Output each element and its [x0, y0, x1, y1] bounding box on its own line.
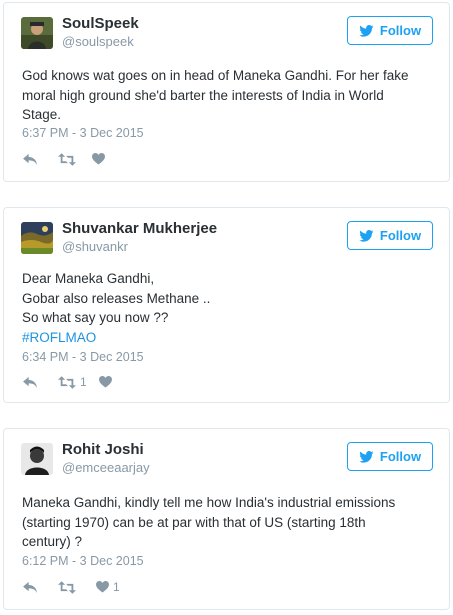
- tweet-text: Maneka Gandhi, kindly tell me how India'…: [22, 493, 438, 552]
- retweet-button[interactable]: [58, 580, 80, 594]
- tweet-actions: [23, 151, 109, 167]
- tweet-actions: 1: [23, 579, 120, 595]
- follow-label: Follow: [379, 449, 422, 464]
- reply-button[interactable]: [23, 581, 38, 594]
- like-button[interactable]: [98, 376, 116, 388]
- retweet-icon: [58, 152, 76, 166]
- user-handle[interactable]: @soulspeek: [62, 34, 134, 49]
- tweet-text: Dear Maneka Gandhi, Gobar also releases …: [22, 269, 438, 347]
- reply-icon: [23, 376, 37, 388]
- tweet-text-line: moral high ground she'd barter the inter…: [22, 87, 384, 103]
- reply-icon: [23, 581, 37, 593]
- follow-label: Follow: [379, 228, 422, 243]
- tweet-card: Shuvankar Mukherjee @shuvankr Follow Dea…: [3, 207, 450, 403]
- tweet-card: SoulSpeek @soulspeek Follow God knows wa…: [3, 2, 450, 182]
- follow-button[interactable]: Follow: [347, 16, 433, 45]
- twitter-bird-icon: [359, 229, 374, 242]
- twitter-bird-icon: [359, 450, 374, 463]
- user-handle[interactable]: @emceeaarjay: [62, 460, 150, 475]
- heart-icon: [96, 581, 109, 593]
- timestamp[interactable]: 6:34 PM - 3 Dec 2015: [22, 350, 144, 364]
- retweet-icon: [58, 375, 76, 389]
- reply-button[interactable]: [23, 376, 38, 389]
- avatar[interactable]: [21, 17, 53, 49]
- retweet-button[interactable]: [58, 152, 80, 166]
- tweet-card: Rohit Joshi @emceeaarjay Follow Maneka G…: [3, 428, 450, 610]
- user-handle[interactable]: @shuvankr: [62, 239, 128, 254]
- tweet-text-line: Stage.: [22, 107, 62, 122]
- tweet-text-line: century) ?: [22, 534, 83, 549]
- tweet-text-line: So what say you now ??: [22, 310, 169, 325]
- like-button[interactable]: 1: [96, 580, 120, 594]
- follow-button[interactable]: Follow: [347, 442, 433, 471]
- timestamp[interactable]: 6:12 PM - 3 Dec 2015: [22, 554, 144, 568]
- tweet-text-line: Maneka Gandhi, kindly tell me how India'…: [22, 495, 396, 510]
- tweet-text-line: God knows wat goes on in head of Maneka …: [22, 68, 409, 83]
- like-button[interactable]: [92, 153, 109, 165]
- follow-label: Follow: [379, 23, 422, 38]
- reply-icon: [23, 153, 37, 165]
- heart-icon: [98, 376, 112, 388]
- tweet-text-line: (starting 1970) can be at par with that …: [22, 514, 366, 530]
- display-name[interactable]: SoulSpeek: [62, 15, 139, 32]
- reply-button[interactable]: [23, 153, 38, 166]
- tweet-text-line: Gobar also releases Methane ..: [22, 290, 211, 306]
- avatar[interactable]: [21, 222, 53, 254]
- twitter-bird-icon: [359, 24, 374, 37]
- hashtag-link[interactable]: #ROFLMAO: [22, 328, 438, 348]
- avatar[interactable]: [21, 443, 53, 475]
- display-name[interactable]: Rohit Joshi: [62, 441, 144, 458]
- timestamp[interactable]: 6:37 PM - 3 Dec 2015: [22, 126, 144, 140]
- retweet-count: 1: [80, 375, 87, 389]
- retweet-button[interactable]: 1: [58, 375, 87, 389]
- tweet-text: God knows wat goes on in head of Maneka …: [22, 66, 438, 125]
- retweet-icon: [58, 580, 76, 594]
- follow-button[interactable]: Follow: [347, 221, 433, 250]
- heart-icon: [92, 153, 105, 165]
- display-name[interactable]: Shuvankar Mukherjee: [62, 220, 217, 237]
- tweet-actions: 1: [23, 374, 116, 390]
- tweet-text-line: Dear Maneka Gandhi,: [22, 271, 155, 286]
- like-count: 1: [113, 580, 120, 594]
